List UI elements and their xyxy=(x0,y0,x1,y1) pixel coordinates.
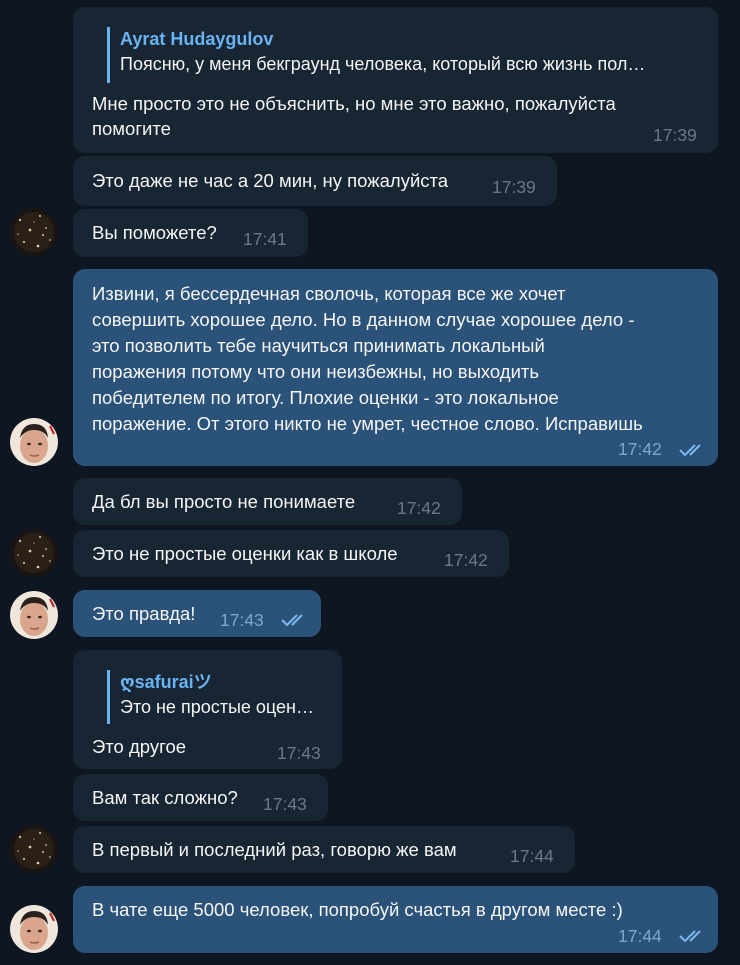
message-text-line: совершить хорошее дело. Но в данном случ… xyxy=(92,309,635,330)
message-text-line: Это не простые оценки как в школе xyxy=(92,543,398,564)
message-text-line: Вам так сложно? xyxy=(92,787,238,808)
man-avatar-image xyxy=(10,905,58,953)
message-time: 17:43 xyxy=(277,743,321,763)
message-text-line: поражения потому что они неизбежны, но в… xyxy=(92,361,540,382)
starry-avatar-image xyxy=(10,208,58,256)
message-bubble[interactable]: Это правда! 17:43 xyxy=(73,590,321,637)
message-time: 17:42 xyxy=(618,439,662,459)
starry-avatar[interactable] xyxy=(10,208,58,256)
reply-text: Поясню, у меня бекграунд человека, котор… xyxy=(120,54,646,74)
chat-history: Ayrat Hudaygulov Поясню, у меня бекграун… xyxy=(0,0,740,965)
message-time: 17:41 xyxy=(243,229,287,249)
double-check-icon xyxy=(679,444,701,457)
starry-avatar[interactable] xyxy=(10,529,58,577)
message-time: 17:42 xyxy=(397,498,441,518)
message-text-line: поражение. От этого никто не умрет, чест… xyxy=(92,413,643,434)
message-bubble[interactable]: ღsafuraiツ Это не простые оцен… Это друго… xyxy=(73,650,342,769)
message-bubble[interactable]: В чате еще 5000 человек, попробуй счасть… xyxy=(73,886,718,953)
message-time: 17:43 xyxy=(220,610,264,630)
reply-author-name: ღsafuraiツ xyxy=(120,672,212,692)
starry-avatar[interactable] xyxy=(10,825,58,873)
reply-quote[interactable]: ღsafuraiツ Это не простые оцен… xyxy=(107,670,327,724)
message-text-line: помогите xyxy=(92,118,171,139)
reply-text: Это не простые оцен… xyxy=(120,697,314,717)
message-text-line: В первый и последний раз, говорю же вам xyxy=(92,839,457,860)
message-text-line: Извини, я бессердечная сволочь, которая … xyxy=(92,283,566,304)
man-avatar-image xyxy=(10,418,58,466)
message-text-line: Это правда! xyxy=(92,603,196,624)
message-bubble[interactable]: Вы поможете? 17:41 xyxy=(73,209,308,257)
message-time: 17:44 xyxy=(510,846,554,866)
message-bubble[interactable]: В первый и последний раз, говорю же вам … xyxy=(73,826,575,873)
man-avatar[interactable] xyxy=(10,591,58,639)
reply-author-name: Ayrat Hudaygulov xyxy=(120,29,274,49)
message-bubble[interactable]: Извини, я бессердечная сволочь, которая … xyxy=(73,269,718,466)
message-time: 17:44 xyxy=(618,926,662,946)
double-check-icon xyxy=(281,614,303,627)
double-check-icon xyxy=(679,930,701,943)
message-time: 17:39 xyxy=(653,125,697,145)
message-text-line: Это даже не час а 20 мин, ну пожалуйста xyxy=(92,170,449,191)
reply-quote[interactable]: Ayrat Hudaygulov Поясню, у меня бекграун… xyxy=(107,27,707,83)
message-text-line: Мне просто это не объяснить, но мне это … xyxy=(92,93,616,114)
message-time: 17:42 xyxy=(444,550,488,570)
message-text-line: Это другое xyxy=(92,736,187,757)
message-text-line: победителем по итогу. Плохие оценки - эт… xyxy=(92,387,559,408)
message-text-line: Да бл вы просто не понимаете xyxy=(92,491,356,512)
man-avatar[interactable] xyxy=(10,905,58,953)
starry-avatar-image xyxy=(10,825,58,873)
message-time: 17:39 xyxy=(492,177,536,197)
message-bubble[interactable]: Это даже не час а 20 мин, ну пожалуйста … xyxy=(73,156,557,206)
message-bubble[interactable]: Да бл вы просто не понимаете 17:42 xyxy=(73,478,462,525)
starry-avatar-image xyxy=(10,529,58,577)
message-bubble[interactable]: Это не простые оценки как в школе 17:42 xyxy=(73,530,509,577)
message-time: 17:43 xyxy=(263,794,307,814)
message-text-line: Вы поможете? xyxy=(92,222,217,243)
message-text-line: В чате еще 5000 человек, попробуй счасть… xyxy=(92,899,623,920)
message-bubble[interactable]: Вам так сложно? 17:43 xyxy=(73,774,328,821)
man-avatar-image xyxy=(10,591,58,639)
man-avatar[interactable] xyxy=(10,418,58,466)
message-text-line: это позволить тебе научиться принимать л… xyxy=(92,335,545,356)
message-bubble[interactable]: Ayrat Hudaygulov Поясню, у меня бекграун… xyxy=(73,7,718,153)
